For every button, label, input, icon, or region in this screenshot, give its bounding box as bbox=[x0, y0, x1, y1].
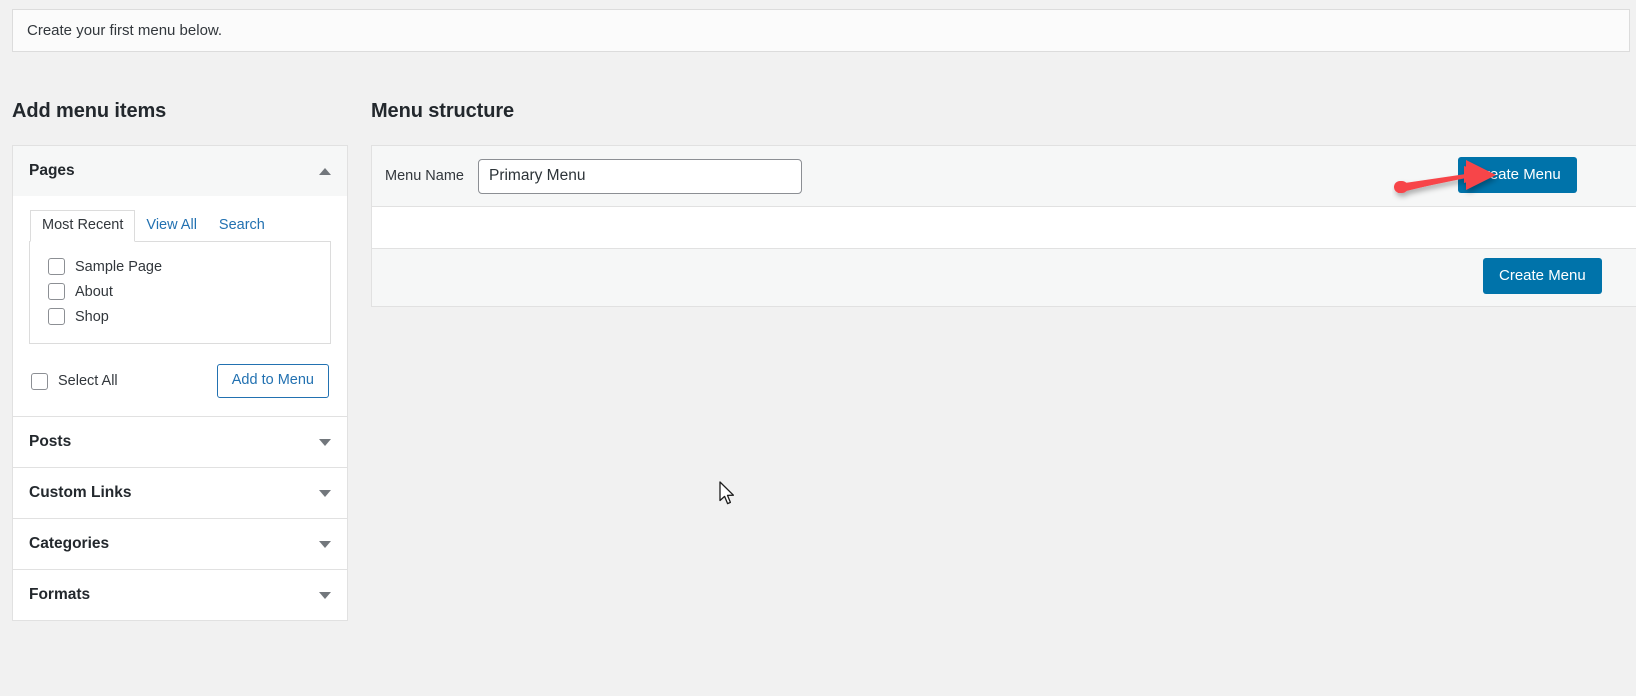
accordion-title-categories: Categories bbox=[29, 535, 110, 553]
accordion-header-posts[interactable]: Posts bbox=[13, 417, 347, 468]
list-item[interactable]: Shop bbox=[40, 304, 320, 329]
checkbox-shop[interactable] bbox=[48, 308, 65, 326]
mouse-cursor bbox=[719, 481, 735, 505]
create-menu-button-top[interactable]: Create Menu bbox=[1458, 157, 1577, 193]
list-item-label: Sample Page bbox=[75, 258, 163, 275]
accordion-header-categories[interactable]: Categories bbox=[13, 519, 347, 570]
accordion-header-pages[interactable]: Pages bbox=[13, 146, 347, 196]
menu-name-label: Menu Name bbox=[385, 168, 464, 184]
tab-search[interactable]: Search bbox=[208, 211, 276, 241]
pages-checkbox-list: Sample Page About Shop bbox=[29, 241, 331, 345]
tab-view-all[interactable]: View All bbox=[135, 211, 208, 241]
pages-tab-list: Most Recent View All Search bbox=[30, 210, 331, 243]
accordion-section-categories: Categories bbox=[13, 519, 347, 571]
accordion-section-custom-links: Custom Links bbox=[13, 468, 347, 520]
list-item-label: Shop bbox=[75, 308, 109, 325]
list-item[interactable]: Sample Page bbox=[40, 254, 320, 279]
pages-footer: Select All Add to Menu bbox=[29, 364, 331, 399]
list-item-label: About bbox=[75, 283, 113, 300]
checkbox-about[interactable] bbox=[48, 283, 65, 301]
menu-name-input[interactable] bbox=[477, 158, 802, 194]
accordion-title-posts: Posts bbox=[29, 433, 72, 451]
accordion-header-formats[interactable]: Formats bbox=[13, 570, 347, 621]
caret-down-icon[interactable] bbox=[319, 591, 331, 599]
checkbox-sample-page[interactable] bbox=[48, 258, 65, 276]
list-item[interactable]: About bbox=[40, 279, 320, 304]
notice-banner: Create your first menu below. bbox=[12, 9, 1630, 52]
accordion-body-pages: Most Recent View All Search Sample Page … bbox=[13, 196, 347, 417]
tab-most-recent[interactable]: Most Recent bbox=[30, 210, 136, 243]
menu-items-empty-area bbox=[372, 207, 1636, 249]
menu-name-row: Menu Name Create Menu bbox=[372, 146, 1636, 207]
caret-down-icon[interactable] bbox=[319, 540, 331, 548]
accordion-title-custom-links: Custom Links bbox=[29, 484, 132, 502]
accordion-section-formats: Formats bbox=[13, 570, 347, 621]
menu-structure-heading: Menu structure bbox=[371, 100, 515, 122]
accordion-title-pages: Pages bbox=[29, 162, 75, 179]
add-to-menu-button[interactable]: Add to Menu bbox=[216, 364, 329, 399]
menu-structure-footer: Create Menu bbox=[372, 249, 1636, 306]
checkbox-select-all[interactable] bbox=[31, 372, 48, 390]
menu-structure-panel: Menu Name Create Menu Create Menu bbox=[371, 145, 1636, 307]
notice-text: Create your first menu below. bbox=[27, 22, 223, 39]
add-menu-items-heading: Add menu items bbox=[12, 100, 167, 122]
select-all-control[interactable]: Select All bbox=[31, 372, 118, 390]
add-menu-items-accordion: Pages Most Recent View All Search Sample… bbox=[12, 145, 348, 622]
caret-down-icon[interactable] bbox=[319, 489, 331, 497]
wordpress-menus-admin-page: Create your first menu below. Add menu i… bbox=[0, 0, 1636, 696]
caret-down-icon[interactable] bbox=[319, 438, 331, 446]
accordion-section-posts: Posts bbox=[13, 417, 347, 469]
select-all-label: Select All bbox=[58, 373, 118, 390]
accordion-title-formats: Formats bbox=[29, 586, 91, 604]
create-menu-button-bottom[interactable]: Create Menu bbox=[1483, 258, 1602, 294]
accordion-header-custom-links[interactable]: Custom Links bbox=[13, 468, 347, 519]
caret-up-icon[interactable] bbox=[319, 167, 331, 175]
accordion-section-pages: Pages Most Recent View All Search Sample… bbox=[13, 146, 347, 418]
